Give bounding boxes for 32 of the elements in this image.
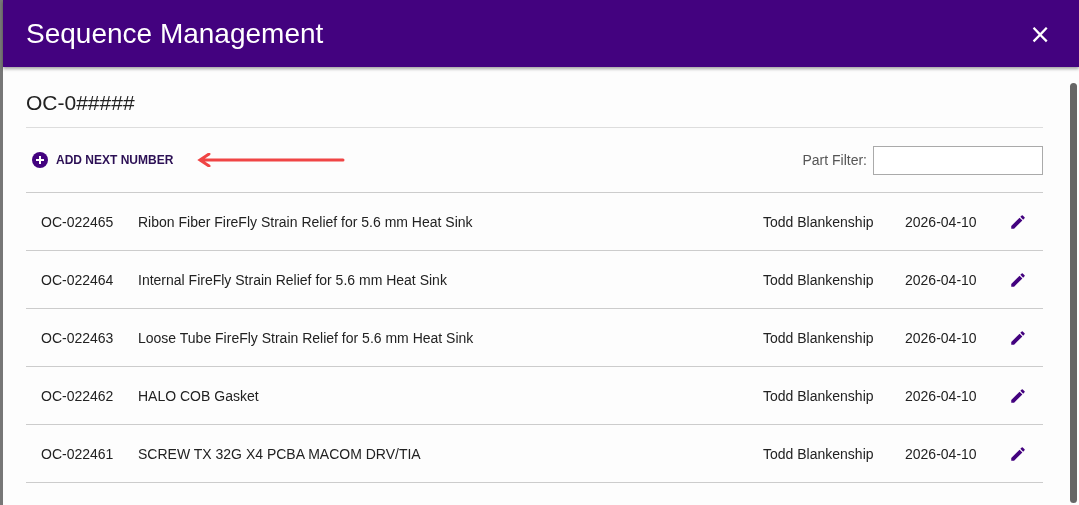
- date-cell-text: 2026-04-10: [905, 445, 978, 462]
- part-description: HALO COB Gasket: [138, 387, 260, 404]
- part-description: Internal FireFly Strain Relief for 5.6 mm Heat Sink: [138, 271, 448, 288]
- filter-label: Part Filter:: [802, 152, 867, 168]
- dialog-title: Sequence Management: [26, 17, 324, 50]
- owner-name: Todd Blankenship: [763, 329, 875, 346]
- owner-name: Todd Blankenship: [763, 445, 875, 462]
- date-cell-text: 2026-04-10: [905, 387, 978, 404]
- part-number: OC-022463: [40, 329, 115, 346]
- owner-name: Todd Blankenship: [763, 271, 875, 288]
- date-cell-text: 2026-04-10: [905, 213, 978, 230]
- pencil-icon: [1009, 444, 1027, 463]
- owner-name: Todd Blankenship: [763, 213, 875, 230]
- pencil-icon: [1009, 328, 1027, 347]
- close-button[interactable]: ×: [1025, 18, 1055, 49]
- part-number: OC-022461: [40, 445, 115, 462]
- add-next-number-button[interactable]: ADD NEXT NUMBER: [26, 148, 180, 172]
- part-filter-field[interactable]: [873, 145, 1043, 175]
- add-icon: [32, 152, 48, 168]
- part-number: OC-022462: [40, 387, 115, 404]
- date-cell-text: 2026-04-10: [905, 271, 978, 288]
- pencil-icon: [1009, 212, 1027, 231]
- part-number: OC-022464: [40, 271, 115, 288]
- part-description: Loose Tube FireFly Strain Relief for 5.6 mm Heat Sink: [138, 329, 475, 346]
- owner-name: Todd Blankenship: [763, 387, 875, 404]
- date-cell-text: 2026-04-10: [905, 329, 978, 346]
- part-description: Ribon Fiber FireFly Strain Relief for 5.6 mm Heat Sink: [138, 213, 474, 230]
- pencil-icon: [1009, 386, 1027, 405]
- sequence-title: OC-0#####: [26, 67, 1043, 128]
- pencil-icon: [1009, 270, 1027, 289]
- part-number: OC-022465: [40, 213, 115, 230]
- part-description: SCREW TX 32G X4 PCBA MACOM DRV/TIA: [138, 445, 422, 462]
